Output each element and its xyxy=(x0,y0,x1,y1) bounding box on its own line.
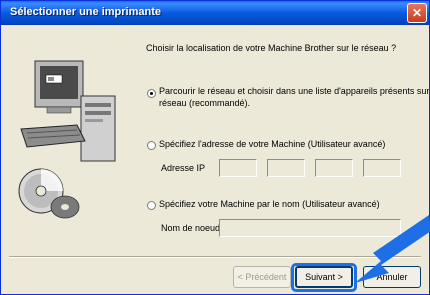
radio-browse-network[interactable] xyxy=(147,89,156,98)
printer-selection-dialog: Sélectionner une imprimante ✕ Choisir la… xyxy=(0,0,430,295)
browse-option-label-line1[interactable]: Parcourir le réseau et choisir dans une … xyxy=(159,86,430,96)
back-button[interactable]: < Précédent xyxy=(233,266,291,288)
next-button-highlight xyxy=(291,263,357,292)
radio-specify-ip[interactable] xyxy=(147,141,156,150)
ip-octet-2-field[interactable] xyxy=(267,159,305,177)
node-name-label: Nom de noeud xyxy=(161,223,221,233)
title-bar[interactable]: Sélectionner une imprimante ✕ xyxy=(1,1,429,25)
close-button[interactable]: ✕ xyxy=(407,3,427,23)
dialog-title: Sélectionner une imprimante xyxy=(10,6,161,18)
node-name-option-label[interactable]: Spécifiez votre Machine par le nom (Util… xyxy=(159,199,380,209)
intro-text: Choisir la localisation de votre Machine… xyxy=(146,43,397,53)
browse-option-label-line2[interactable]: réseau (recommandé). xyxy=(159,98,250,108)
ip-octet-1-field[interactable] xyxy=(219,159,257,177)
ip-octet-3-field[interactable] xyxy=(315,159,353,177)
ip-address-label: Adresse IP xyxy=(161,163,206,173)
pointer-arrow-icon xyxy=(355,215,430,283)
close-icon: ✕ xyxy=(411,6,423,20)
cd-disc-icon xyxy=(18,168,80,219)
computer-icon xyxy=(20,60,116,162)
radio-specify-node-name[interactable] xyxy=(147,201,156,210)
computer-illustration xyxy=(18,60,116,219)
ip-octet-4-field[interactable] xyxy=(363,159,401,177)
ip-option-label[interactable]: Spécifiez l'adresse de votre Machine (Ut… xyxy=(159,139,385,149)
